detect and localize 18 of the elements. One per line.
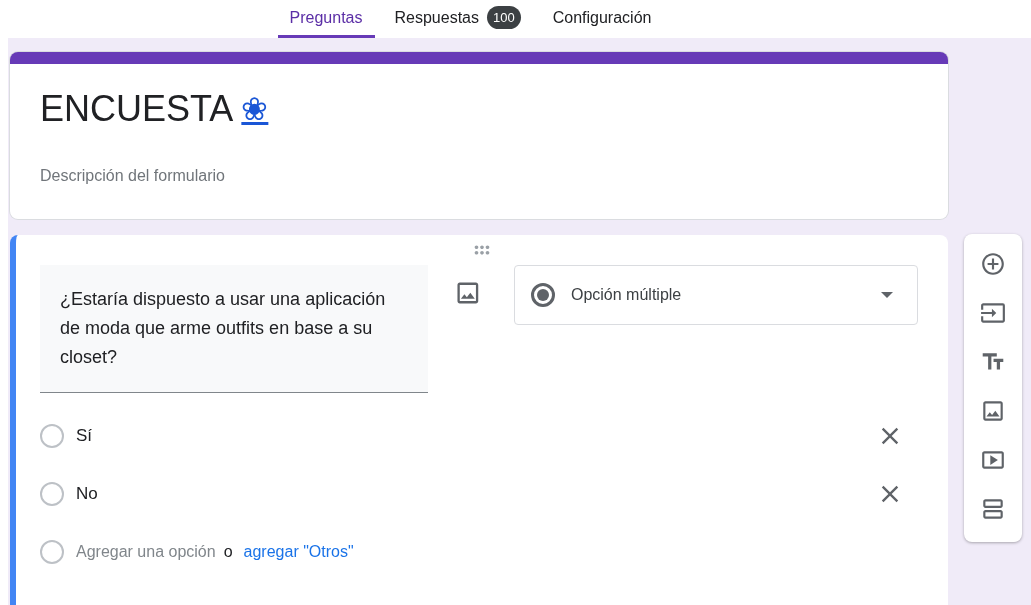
description-field[interactable]: Descripción del formulario (40, 164, 918, 188)
caret-icon (881, 292, 893, 298)
add-other-link[interactable]: agregar "Otros" (243, 540, 354, 564)
add-question-icon[interactable] (980, 251, 1006, 277)
count-badge: 100 (487, 5, 521, 30)
tab[interactable]: Respuestas 100 (382, 0, 533, 38)
add-option-field[interactable]: Agregar una opción (76, 540, 216, 564)
form-title: ENCUESTA (40, 87, 234, 131)
section-icon[interactable] (980, 496, 1006, 522)
radio-icon (530, 283, 555, 307)
question-field[interactable]: ¿Estaría dispuesto a usar una aplicación de moda que arme outfits en base a su closet? (40, 265, 429, 393)
image-icon[interactable] (980, 398, 1006, 424)
flower-symbol: ❀ (241, 90, 269, 129)
option-label[interactable]: No (76, 481, 876, 507)
question-type-dropdown[interactable]: Opción múltiple (513, 265, 918, 325)
option-label[interactable]: Sí (76, 423, 876, 449)
or-text: o (223, 542, 233, 562)
tab[interactable]: Configuración (540, 0, 664, 38)
